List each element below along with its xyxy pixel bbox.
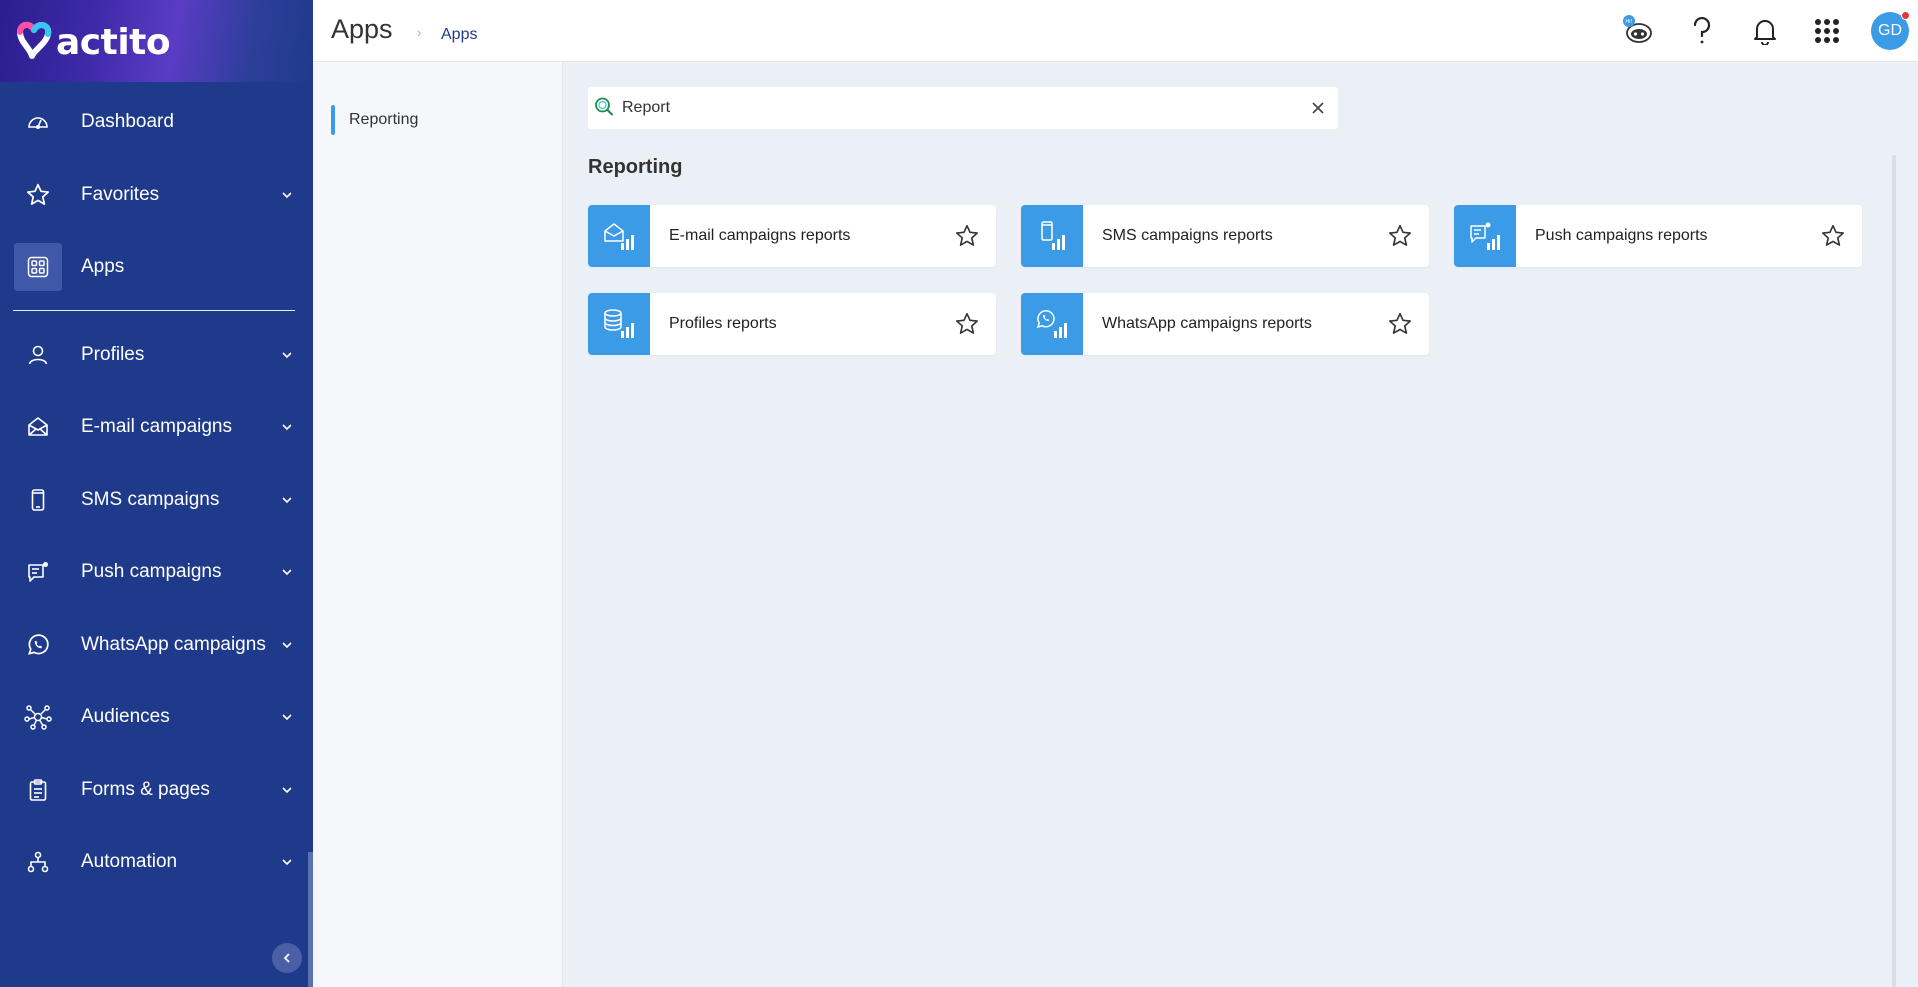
sidebar-item-label: SMS campaigns	[81, 488, 220, 510]
chevron-down-icon[interactable]	[281, 349, 293, 361]
avatar-initials: GD	[1878, 22, 1902, 39]
profiles-report-icon	[588, 293, 650, 355]
chevron-down-icon[interactable]	[281, 639, 293, 651]
app-card-label: Push campaigns reports	[1535, 227, 1708, 244]
app-card-label: Profiles reports	[669, 315, 777, 332]
user-icon	[14, 331, 62, 379]
sidebar-item-audiences[interactable]: Audiences	[0, 681, 313, 754]
search-input[interactable]	[622, 95, 1282, 121]
logo[interactable]: actito	[0, 0, 313, 82]
phone-icon	[14, 476, 62, 524]
sidebar-item-profiles[interactable]: Profiles	[0, 319, 313, 392]
star-icon	[14, 171, 62, 219]
sidebar-item-push-campaigns[interactable]: Push campaigns	[0, 536, 313, 609]
category-panel: Reporting	[313, 62, 563, 987]
assistant-bot-icon[interactable]: Hi!	[1619, 12, 1657, 50]
category-item-reporting[interactable]: Reporting	[331, 105, 418, 135]
sidebar-item-label: Push campaigns	[81, 561, 222, 583]
svg-text:Hi!: Hi!	[1625, 19, 1632, 25]
sidebar-item-email-campaigns[interactable]: E-mail campaigns	[0, 391, 313, 464]
sidebar-item-label: Favorites	[81, 183, 160, 205]
apps-grid-icon	[14, 243, 62, 292]
top-bar: Apps › Apps Hi! GD	[313, 0, 1918, 62]
sidebar-item-apps[interactable]: Apps	[0, 231, 313, 304]
search-icon	[595, 97, 613, 116]
network-icon	[14, 693, 62, 741]
chevron-down-icon[interactable]	[281, 784, 293, 796]
app-card-label: SMS campaigns reports	[1102, 227, 1273, 244]
whatsapp-icon	[14, 621, 62, 669]
chevron-down-icon[interactable]	[281, 856, 293, 868]
sidebar-item-label: Apps	[81, 256, 125, 278]
chevron-down-icon[interactable]	[281, 566, 293, 578]
favorite-star-icon[interactable]	[954, 223, 980, 249]
actito-logo-icon	[17, 22, 52, 59]
app-card-sms-campaigns-reports[interactable]: SMS campaigns reports	[1021, 205, 1429, 267]
chevron-down-icon[interactable]	[281, 494, 293, 506]
app-card-whatsapp-campaigns-reports[interactable]: WhatsApp campaigns reports	[1021, 293, 1429, 355]
sidebar-item-forms-pages[interactable]: Forms & pages	[0, 754, 313, 827]
sidebar-item-label: E-mail campaigns	[81, 416, 232, 438]
sidebar-item-favorites[interactable]: Favorites	[0, 159, 313, 232]
sidebar-item-whatsapp-campaigns[interactable]: WhatsApp campaigns	[0, 609, 313, 682]
app-card-label: WhatsApp campaigns reports	[1102, 315, 1312, 332]
help-icon[interactable]	[1683, 12, 1721, 50]
sidebar-item-label: Forms & pages	[81, 778, 210, 800]
collapse-sidebar-button[interactable]	[272, 943, 302, 973]
sidebar-item-label: Audiences	[81, 706, 170, 728]
whatsapp-report-icon	[1021, 293, 1083, 355]
sidebar-divider	[13, 309, 295, 311]
search-box	[588, 87, 1338, 129]
avatar[interactable]: GD	[1871, 11, 1910, 50]
sidebar-item-label: Profiles	[81, 343, 145, 365]
favorite-star-icon[interactable]	[954, 311, 980, 337]
chevron-left-icon	[283, 953, 290, 963]
sidebar-item-automation[interactable]: Automation	[0, 826, 313, 899]
chevron-down-icon[interactable]	[281, 711, 293, 723]
favorite-star-icon[interactable]	[1387, 223, 1413, 249]
favorite-star-icon[interactable]	[1387, 311, 1413, 337]
sms-report-icon	[1021, 205, 1083, 267]
sidebar-item-sms-campaigns[interactable]: SMS campaigns	[0, 464, 313, 537]
app-launcher-grid-icon[interactable]	[1808, 12, 1846, 50]
automation-icon	[14, 838, 62, 886]
app-card-push-campaigns-reports[interactable]: Push campaigns reports	[1454, 205, 1862, 267]
app-card-label: E-mail campaigns reports	[669, 227, 851, 244]
envelope-icon	[14, 403, 62, 451]
breadcrumb-separator-icon: ›	[417, 25, 422, 40]
section-title: Reporting	[588, 156, 683, 178]
category-item-label: Reporting	[349, 111, 419, 128]
sidebar-item-label: Dashboard	[81, 111, 174, 133]
app-card-email-campaigns-reports[interactable]: E-mail campaigns reports	[588, 205, 996, 267]
logo-text: actito	[56, 22, 171, 63]
sidebar-item-label: Automation	[81, 851, 178, 873]
sidebar-item-dashboard[interactable]: Dashboard	[0, 86, 313, 159]
chevron-down-icon[interactable]	[281, 189, 293, 201]
main-scrollbar[interactable]	[1892, 155, 1896, 987]
push-report-icon	[1454, 205, 1516, 267]
app-card-profiles-reports[interactable]: Profiles reports	[588, 293, 996, 355]
dashboard-icon	[14, 98, 62, 146]
bell-icon[interactable]	[1746, 12, 1784, 50]
clipboard-icon	[14, 766, 62, 814]
breadcrumb[interactable]: Apps	[441, 26, 477, 44]
chevron-down-icon[interactable]	[281, 421, 293, 433]
page-title: Apps	[331, 14, 393, 44]
sidebar: actito Dashboard Favorites Apps Profiles…	[0, 0, 313, 987]
sidebar-item-label: WhatsApp campaigns	[81, 633, 266, 655]
email-report-icon	[588, 205, 650, 267]
clear-search-icon[interactable]	[1310, 100, 1326, 116]
sidebar-nav: Dashboard Favorites Apps Profiles E-mail…	[0, 86, 313, 899]
notification-dot	[1901, 11, 1910, 20]
favorite-star-icon[interactable]	[1820, 223, 1846, 249]
push-message-icon	[14, 548, 62, 596]
